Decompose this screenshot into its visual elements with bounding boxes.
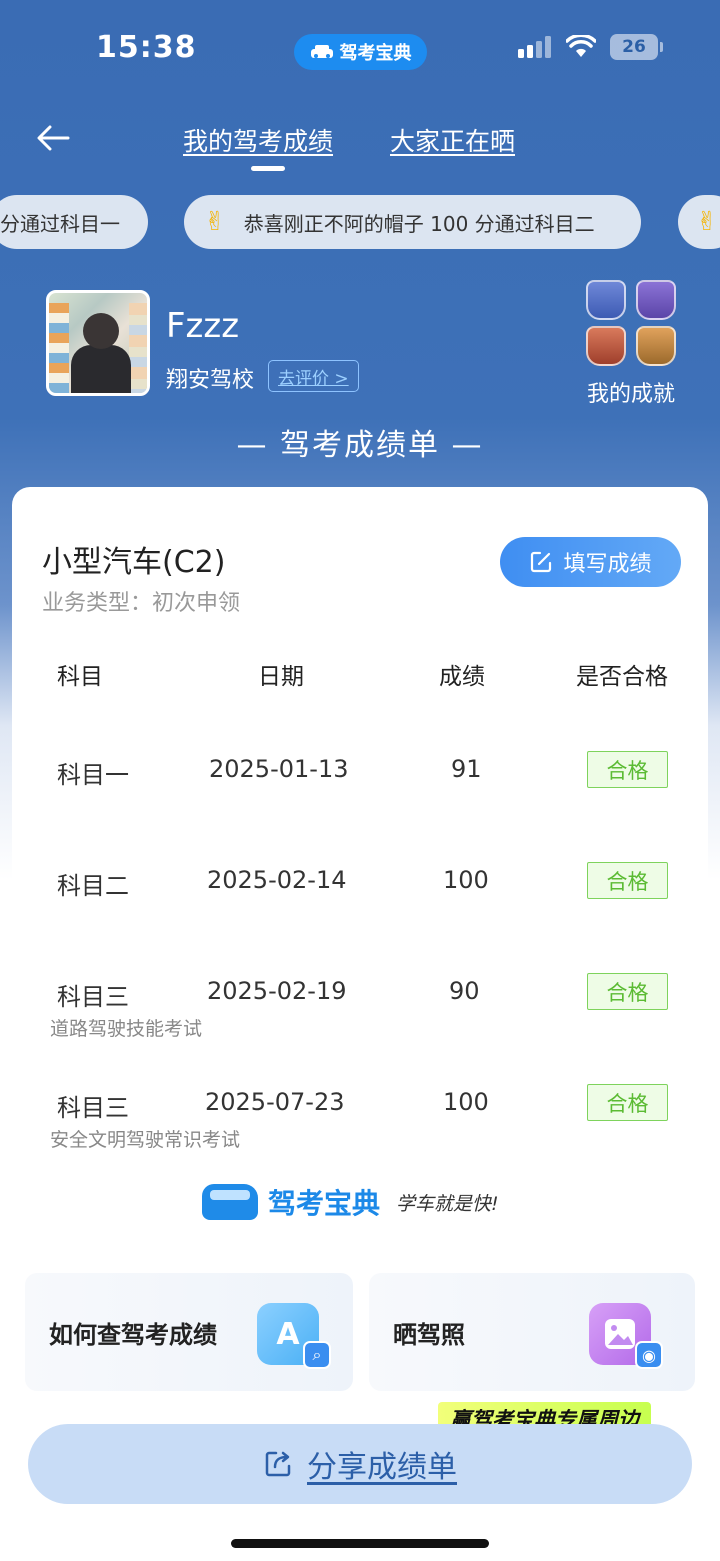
wifi-icon xyxy=(566,35,596,57)
badge-subject-four-icon xyxy=(636,326,676,366)
rate-school-button[interactable]: 去评价 > xyxy=(268,360,359,392)
ticker-text: 恭喜刚正不阿的帽子 100 分通过科目二 xyxy=(243,211,595,236)
row-score: 91 xyxy=(451,755,482,783)
row-date: 2025-02-19 xyxy=(207,977,347,1005)
tab-my-scores[interactable]: 我的驾考成绩 xyxy=(183,122,333,158)
home-indicator[interactable] xyxy=(231,1539,489,1548)
pass-badge: 合格 xyxy=(587,1084,668,1121)
brand-slogan: 学车就是快! xyxy=(396,1192,499,1215)
fill-score-label: 填写成绩 xyxy=(563,552,652,577)
brand-footer: 驾考宝典 学车就是快! xyxy=(202,1182,499,1222)
license-type: 小型汽车(C2) xyxy=(42,545,226,580)
fill-score-button[interactable]: 填写成绩 xyxy=(500,537,681,587)
avatar[interactable] xyxy=(46,290,150,396)
username: Fzzz xyxy=(166,306,240,346)
badge-grid xyxy=(576,280,686,366)
column-header-passed: 是否合格 xyxy=(576,664,668,690)
brand-name: 驾考宝典 xyxy=(268,1187,381,1220)
row-subject: 科目三 xyxy=(57,983,129,1011)
pass-badge: 合格 xyxy=(587,862,668,899)
victory-hand-icon: ✌ xyxy=(204,207,226,237)
pass-badge: 合格 xyxy=(587,751,668,788)
avatar-shelf xyxy=(129,303,147,393)
battery-indicator: 26 xyxy=(610,34,663,60)
row-subject: 科目二 xyxy=(57,872,129,900)
report-title: — 驾考成绩单 — xyxy=(236,428,484,463)
row-note: 安全文明驾驶常识考试 xyxy=(50,1129,241,1151)
top-nav: 我的驾考成绩 大家正在晒 xyxy=(0,110,720,180)
row-score: 100 xyxy=(443,866,489,894)
user-profile: Fzzz 翔安驾校 去评价 > 我的成就 xyxy=(46,280,686,410)
score-card: 小型汽车(C2) 业务类型：初次申领 填写成绩 科目 日期 成绩 是否合格 科目… xyxy=(12,487,708,1249)
ticker-text: 分通过科目一 xyxy=(0,211,120,236)
avatar-figure-body xyxy=(71,345,131,393)
badge-subject-one-icon xyxy=(586,280,626,320)
car-icon xyxy=(310,45,333,58)
status-time: 15:38 xyxy=(96,30,197,65)
pass-badge: 合格 xyxy=(587,973,668,1010)
row-score: 100 xyxy=(443,1088,489,1116)
card-label: 晒驾照 xyxy=(393,1321,465,1349)
tab-indicator xyxy=(251,166,285,171)
app-pill[interactable]: 驾考宝典 xyxy=(294,34,427,70)
back-arrow-icon[interactable] xyxy=(34,118,74,158)
achievements-label: 我的成就 xyxy=(586,382,675,407)
card-label: 如何查驾考成绩 xyxy=(49,1321,217,1349)
avatar-shelf xyxy=(49,303,69,393)
share-report-button[interactable]: 分享成绩单 xyxy=(28,1424,692,1504)
column-header-score: 成绩 xyxy=(439,664,485,690)
status-bar: 15:38 驾考宝典 26 xyxy=(0,0,720,100)
share-report-label: 分享成绩单 xyxy=(307,1450,457,1485)
status-icons: 26 xyxy=(518,34,663,60)
signal-icon xyxy=(518,36,551,58)
camera-icon: ◉ xyxy=(635,1341,663,1369)
how-to-check-scores-card[interactable]: 如何查驾考成绩 A ⌕ xyxy=(25,1273,353,1391)
magnifier-icon: ⌕ xyxy=(303,1341,331,1369)
row-date: 2025-02-14 xyxy=(207,866,347,894)
brand-car-logo-icon xyxy=(202,1184,258,1220)
share-icon xyxy=(265,1451,291,1477)
column-header-date: 日期 xyxy=(258,664,304,690)
row-date: 2025-01-13 xyxy=(209,755,349,783)
edit-icon xyxy=(531,551,552,573)
row-subject: 科目三 xyxy=(57,1094,129,1122)
shortcut-cards: 如何查驾考成绩 A ⌕ 晒驾照 ◉ xyxy=(25,1273,695,1391)
badge-subject-two-icon xyxy=(636,280,676,320)
achievements[interactable]: 我的成就 xyxy=(576,280,686,407)
row-date: 2025-07-23 xyxy=(205,1088,345,1116)
row-score: 90 xyxy=(449,977,480,1005)
column-header-subject: 科目 xyxy=(57,664,103,690)
tab-everyone-sharing[interactable]: 大家正在晒 xyxy=(390,122,515,158)
row-note: 道路驾驶技能考试 xyxy=(50,1018,203,1040)
ticker-item: ✌ xyxy=(678,195,720,249)
row-subject: 科目一 xyxy=(57,761,129,789)
driving-school: 翔安驾校 xyxy=(166,368,255,393)
business-type: 业务类型：初次申领 xyxy=(42,591,241,616)
congrats-ticker: 分通过科目一 ✌ 恭喜刚正不阿的帽子 100 分通过科目二 ✌ xyxy=(0,195,720,249)
victory-hand-icon: ✌ xyxy=(696,207,718,237)
ticker-item: ✌ 恭喜刚正不阿的帽子 100 分通过科目二 xyxy=(184,195,641,249)
share-license-card[interactable]: 晒驾照 ◉ xyxy=(369,1273,695,1391)
ticker-item: 分通过科目一 xyxy=(0,195,148,249)
app-pill-label: 驾考宝典 xyxy=(339,43,412,64)
avatar-figure-head xyxy=(83,313,119,349)
badge-subject-three-icon xyxy=(586,326,626,366)
